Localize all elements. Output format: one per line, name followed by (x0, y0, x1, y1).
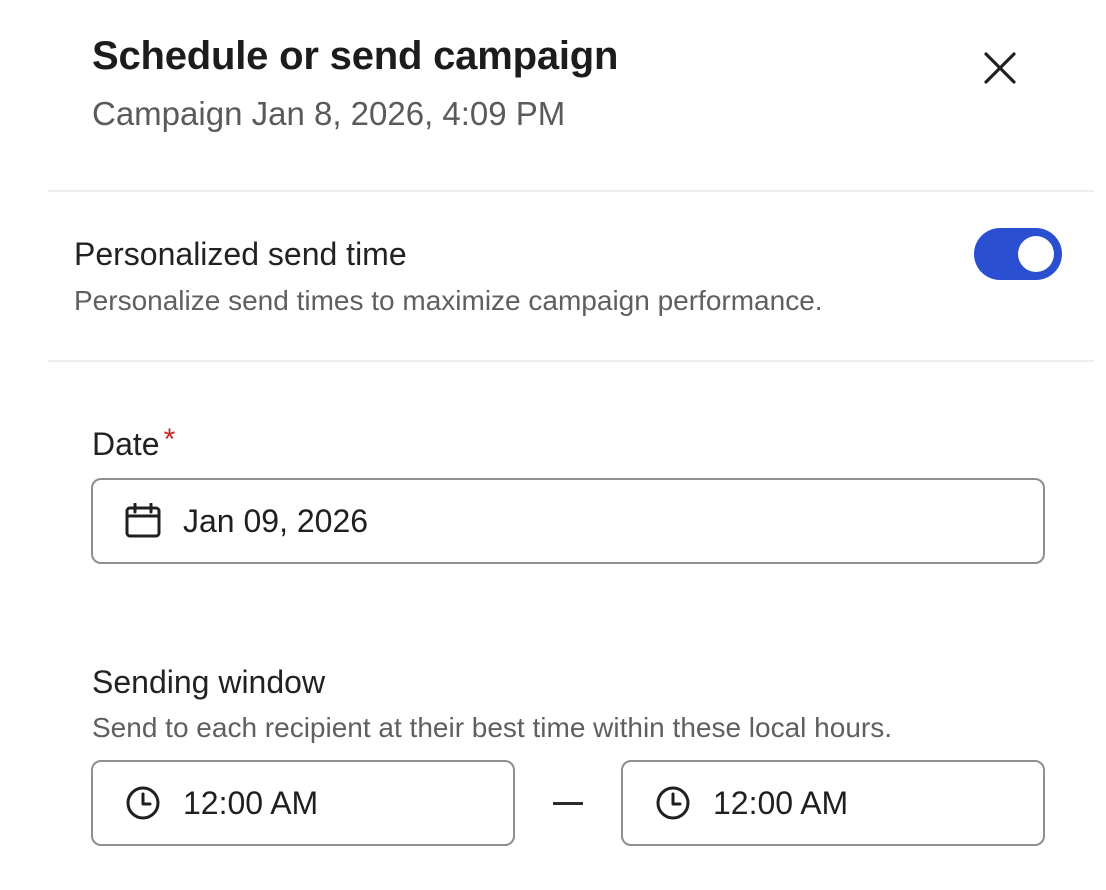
calendar-icon (123, 501, 163, 541)
date-input[interactable]: Jan 09, 2026 (91, 478, 1045, 564)
personalized-send-toggle[interactable] (974, 228, 1062, 280)
dialog-subtitle: Campaign Jan 8, 2026, 4:09 PM (92, 95, 566, 132)
personalized-send-title: Personalized send time (74, 236, 407, 272)
close-button[interactable] (976, 44, 1024, 92)
date-value: Jan 09, 2026 (183, 502, 369, 539)
sending-window-description: Send to each recipient at their best tim… (92, 712, 892, 743)
toggle-knob (1018, 236, 1054, 272)
close-icon (984, 52, 1016, 84)
date-label-text: Date (92, 426, 160, 462)
clock-icon (653, 783, 693, 823)
window-start-time-value: 12:00 AM (183, 784, 319, 821)
window-end-time-input[interactable]: 12:00 AM (621, 760, 1045, 846)
sending-window-label: Sending window (92, 664, 326, 700)
window-end-time-value: 12:00 AM (713, 784, 849, 821)
divider (48, 190, 1094, 192)
date-label: Date * (92, 422, 175, 466)
schedule-dialog: Schedule or send campaign Campaign Jan 8… (0, 0, 1106, 890)
dialog-title: Schedule or send campaign (92, 34, 619, 78)
personalized-send-description: Personalize send times to maximize campa… (74, 285, 823, 316)
divider (48, 360, 1094, 362)
required-marker: * (163, 423, 176, 456)
personalized-send-section: Personalized send time Personalize send … (74, 232, 1074, 320)
dialog-header: Schedule or send campaign Campaign Jan 8… (92, 30, 1106, 136)
window-start-time-input[interactable]: 12:00 AM (91, 760, 515, 846)
range-separator (553, 802, 583, 805)
clock-icon (123, 783, 163, 823)
